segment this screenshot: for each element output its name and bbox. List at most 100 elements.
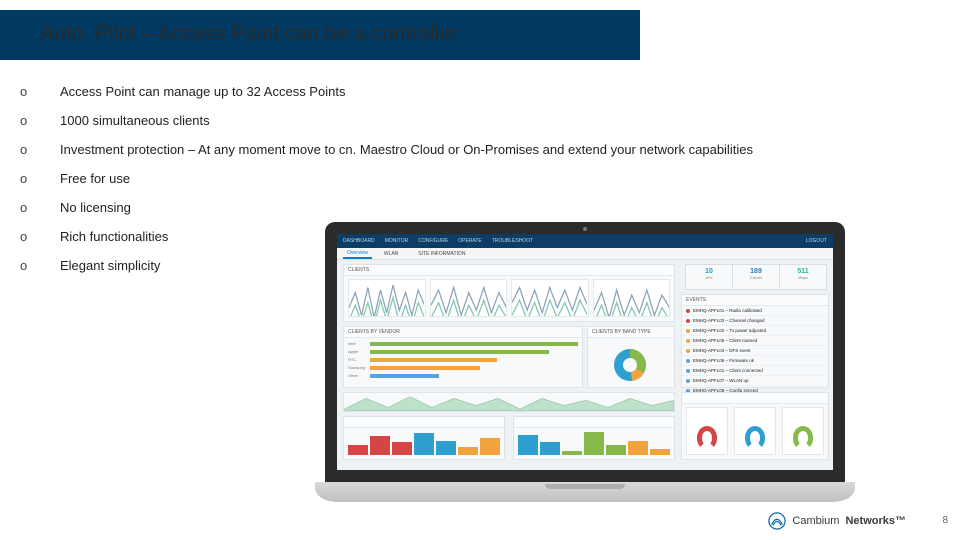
sparkline-row — [348, 279, 670, 317]
event-item: EMHQ-APFL02 – Tx power adjusted — [682, 326, 828, 336]
panel-events: EVENTS EMHQ-APFL01 – Radio calibratedEMH… — [681, 294, 829, 388]
event-text: EMHQ-APFL07 – WLAN up — [693, 378, 749, 383]
bullet-marker: o — [20, 229, 60, 244]
event-item: EMHQ-APFL05 – Client roamed — [682, 336, 828, 346]
hbar-bar — [370, 374, 439, 378]
panel-header — [344, 417, 504, 428]
logo-icon — [768, 512, 786, 530]
area-chart-icon — [344, 393, 674, 411]
hbar-bar — [370, 358, 497, 362]
hbar-row: Other — [348, 373, 578, 378]
gauge-row — [686, 407, 824, 455]
panel-header: CLIENTS BY VENDOR — [344, 327, 582, 338]
status-dot-icon — [686, 329, 690, 333]
hbar-row: Intel — [348, 341, 578, 346]
event-list: EMHQ-APFL01 – Radio calibrated EMHQ-APFL0… — [682, 306, 828, 396]
event-text: EMHQ-APFL03 – Channel changed — [693, 318, 765, 323]
status-dot-icon — [686, 379, 690, 383]
bullet-marker: o — [20, 200, 60, 215]
nav-item: DASHBOARD — [343, 238, 375, 244]
event-text: EMHQ-APFL02 – Tx power adjusted — [693, 328, 766, 333]
bullet-item: oAccess Point can manage up to 32 Access… — [20, 84, 930, 99]
dashboard-screen: DASHBOARD MONITOR CONFIGURE OPERATE TROU… — [337, 234, 833, 470]
panel-wireless — [343, 392, 675, 412]
stat-label: Clients — [733, 275, 779, 280]
stat-label: APs — [686, 275, 732, 280]
panel-hbars: CLIENTS BY VENDOR Intel Apple HTC Samsung Ot… — [343, 326, 583, 388]
hbar-bar — [370, 350, 549, 354]
event-text: EMHQ-APFL01 – Client connected — [693, 368, 763, 373]
hbar-bar — [370, 366, 480, 370]
sparkline — [430, 279, 508, 317]
hbar-label: Samsung — [348, 365, 366, 370]
hbar-label: Other — [348, 373, 366, 378]
status-dot-icon — [686, 349, 690, 353]
site-info-label: SITE INFORMATION — [418, 251, 465, 257]
panel-header — [682, 393, 828, 404]
pie-chart-icon — [610, 345, 650, 385]
slide: Auto. Pilot – Access Point can be a cont… — [0, 0, 960, 540]
bullet-text: No licensing — [60, 200, 930, 215]
dashboard-subtabs: Overview WLAN SITE INFORMATION — [337, 248, 833, 260]
hbar-row: Apple — [348, 349, 578, 354]
gauge-icon — [686, 407, 728, 455]
panel-clients-chart: CLIENTS — [343, 264, 675, 322]
status-dot-icon — [686, 319, 690, 323]
laptop-image: DASHBOARD MONITOR CONFIGURE OPERATE TROU… — [315, 222, 855, 502]
bullet-text: Access Point can manage up to 32 Access … — [60, 84, 930, 99]
page-number: 8 — [942, 515, 948, 526]
bullet-text: 1000 simultaneous clients — [60, 113, 930, 128]
panel-header: CLIENTS — [344, 265, 674, 276]
brand-text-bold: Networks™ — [845, 515, 906, 527]
brand-text: Cambium — [792, 515, 839, 527]
stat-number: 511 — [780, 268, 826, 275]
bullet-marker: o — [20, 142, 60, 157]
gauge-icon — [782, 407, 824, 455]
hbar-list: Intel Apple HTC Samsung Other — [348, 341, 578, 383]
nav-item: MONITOR — [385, 238, 409, 244]
subtab: Overview — [343, 249, 372, 259]
panel-bottom-right — [681, 392, 829, 460]
dashboard-topnav: DASHBOARD MONITOR CONFIGURE OPERATE TROU… — [337, 234, 833, 248]
hbar-label: Intel — [348, 341, 366, 346]
status-dot-icon — [686, 359, 690, 363]
nav-item: CONFIGURE — [418, 238, 448, 244]
bullet-item: oFree for use — [20, 171, 930, 186]
bullet-marker: o — [20, 258, 60, 273]
bullet-text: Free for use — [60, 171, 930, 186]
bullet-item: oNo licensing — [20, 200, 930, 215]
hbar-row: HTC — [348, 357, 578, 362]
event-item: EMHQ-APFL04 – DFS event — [682, 346, 828, 356]
nav-item: OPERATE — [458, 238, 482, 244]
bar-chart-icon — [348, 431, 500, 455]
gauge-icon — [734, 407, 776, 455]
stat-cards: 10APs 189Clients 511Mbps — [685, 264, 827, 290]
bullet-marker: o — [20, 171, 60, 186]
panel-header: CLIENTS BY BAND TYPE — [588, 327, 674, 338]
sparkline — [348, 279, 426, 317]
event-text: EMHQ-APFL06 – Firmware ok — [693, 358, 754, 363]
panel-bottom-mid — [513, 416, 675, 460]
bar-chart-icon — [518, 431, 670, 455]
event-item: EMHQ-APFL01 – Radio calibrated — [682, 306, 828, 316]
event-text: EMHQ-APFL05 – Client roamed — [693, 338, 757, 343]
stat-card: 511Mbps — [780, 265, 826, 289]
event-item: EMHQ-APFL06 – Firmware ok — [682, 356, 828, 366]
hbar-label: Apple — [348, 349, 366, 354]
event-item: EMHQ-APFL07 – WLAN up — [682, 376, 828, 386]
status-dot-icon — [686, 339, 690, 343]
stat-number: 189 — [733, 268, 779, 275]
stat-number: 10 — [686, 268, 732, 275]
slide-title: Auto. Pilot – Access Point can be a cont… — [40, 22, 458, 46]
bullet-marker: o — [20, 113, 60, 128]
bullet-text: Investment protection – At any moment mo… — [60, 142, 930, 157]
panel-bottom-left — [343, 416, 505, 460]
status-dot-icon — [686, 369, 690, 373]
subtab: WLAN — [380, 250, 402, 258]
bullet-item: oInvestment protection – At any moment m… — [20, 142, 930, 157]
event-text: EMHQ-APFL04 – DFS event — [693, 348, 751, 353]
panel-header — [514, 417, 674, 428]
hbar-row: Samsung — [348, 365, 578, 370]
brand-logo: Cambium Networks™ — [768, 512, 906, 530]
stat-label: Mbps — [780, 275, 826, 280]
